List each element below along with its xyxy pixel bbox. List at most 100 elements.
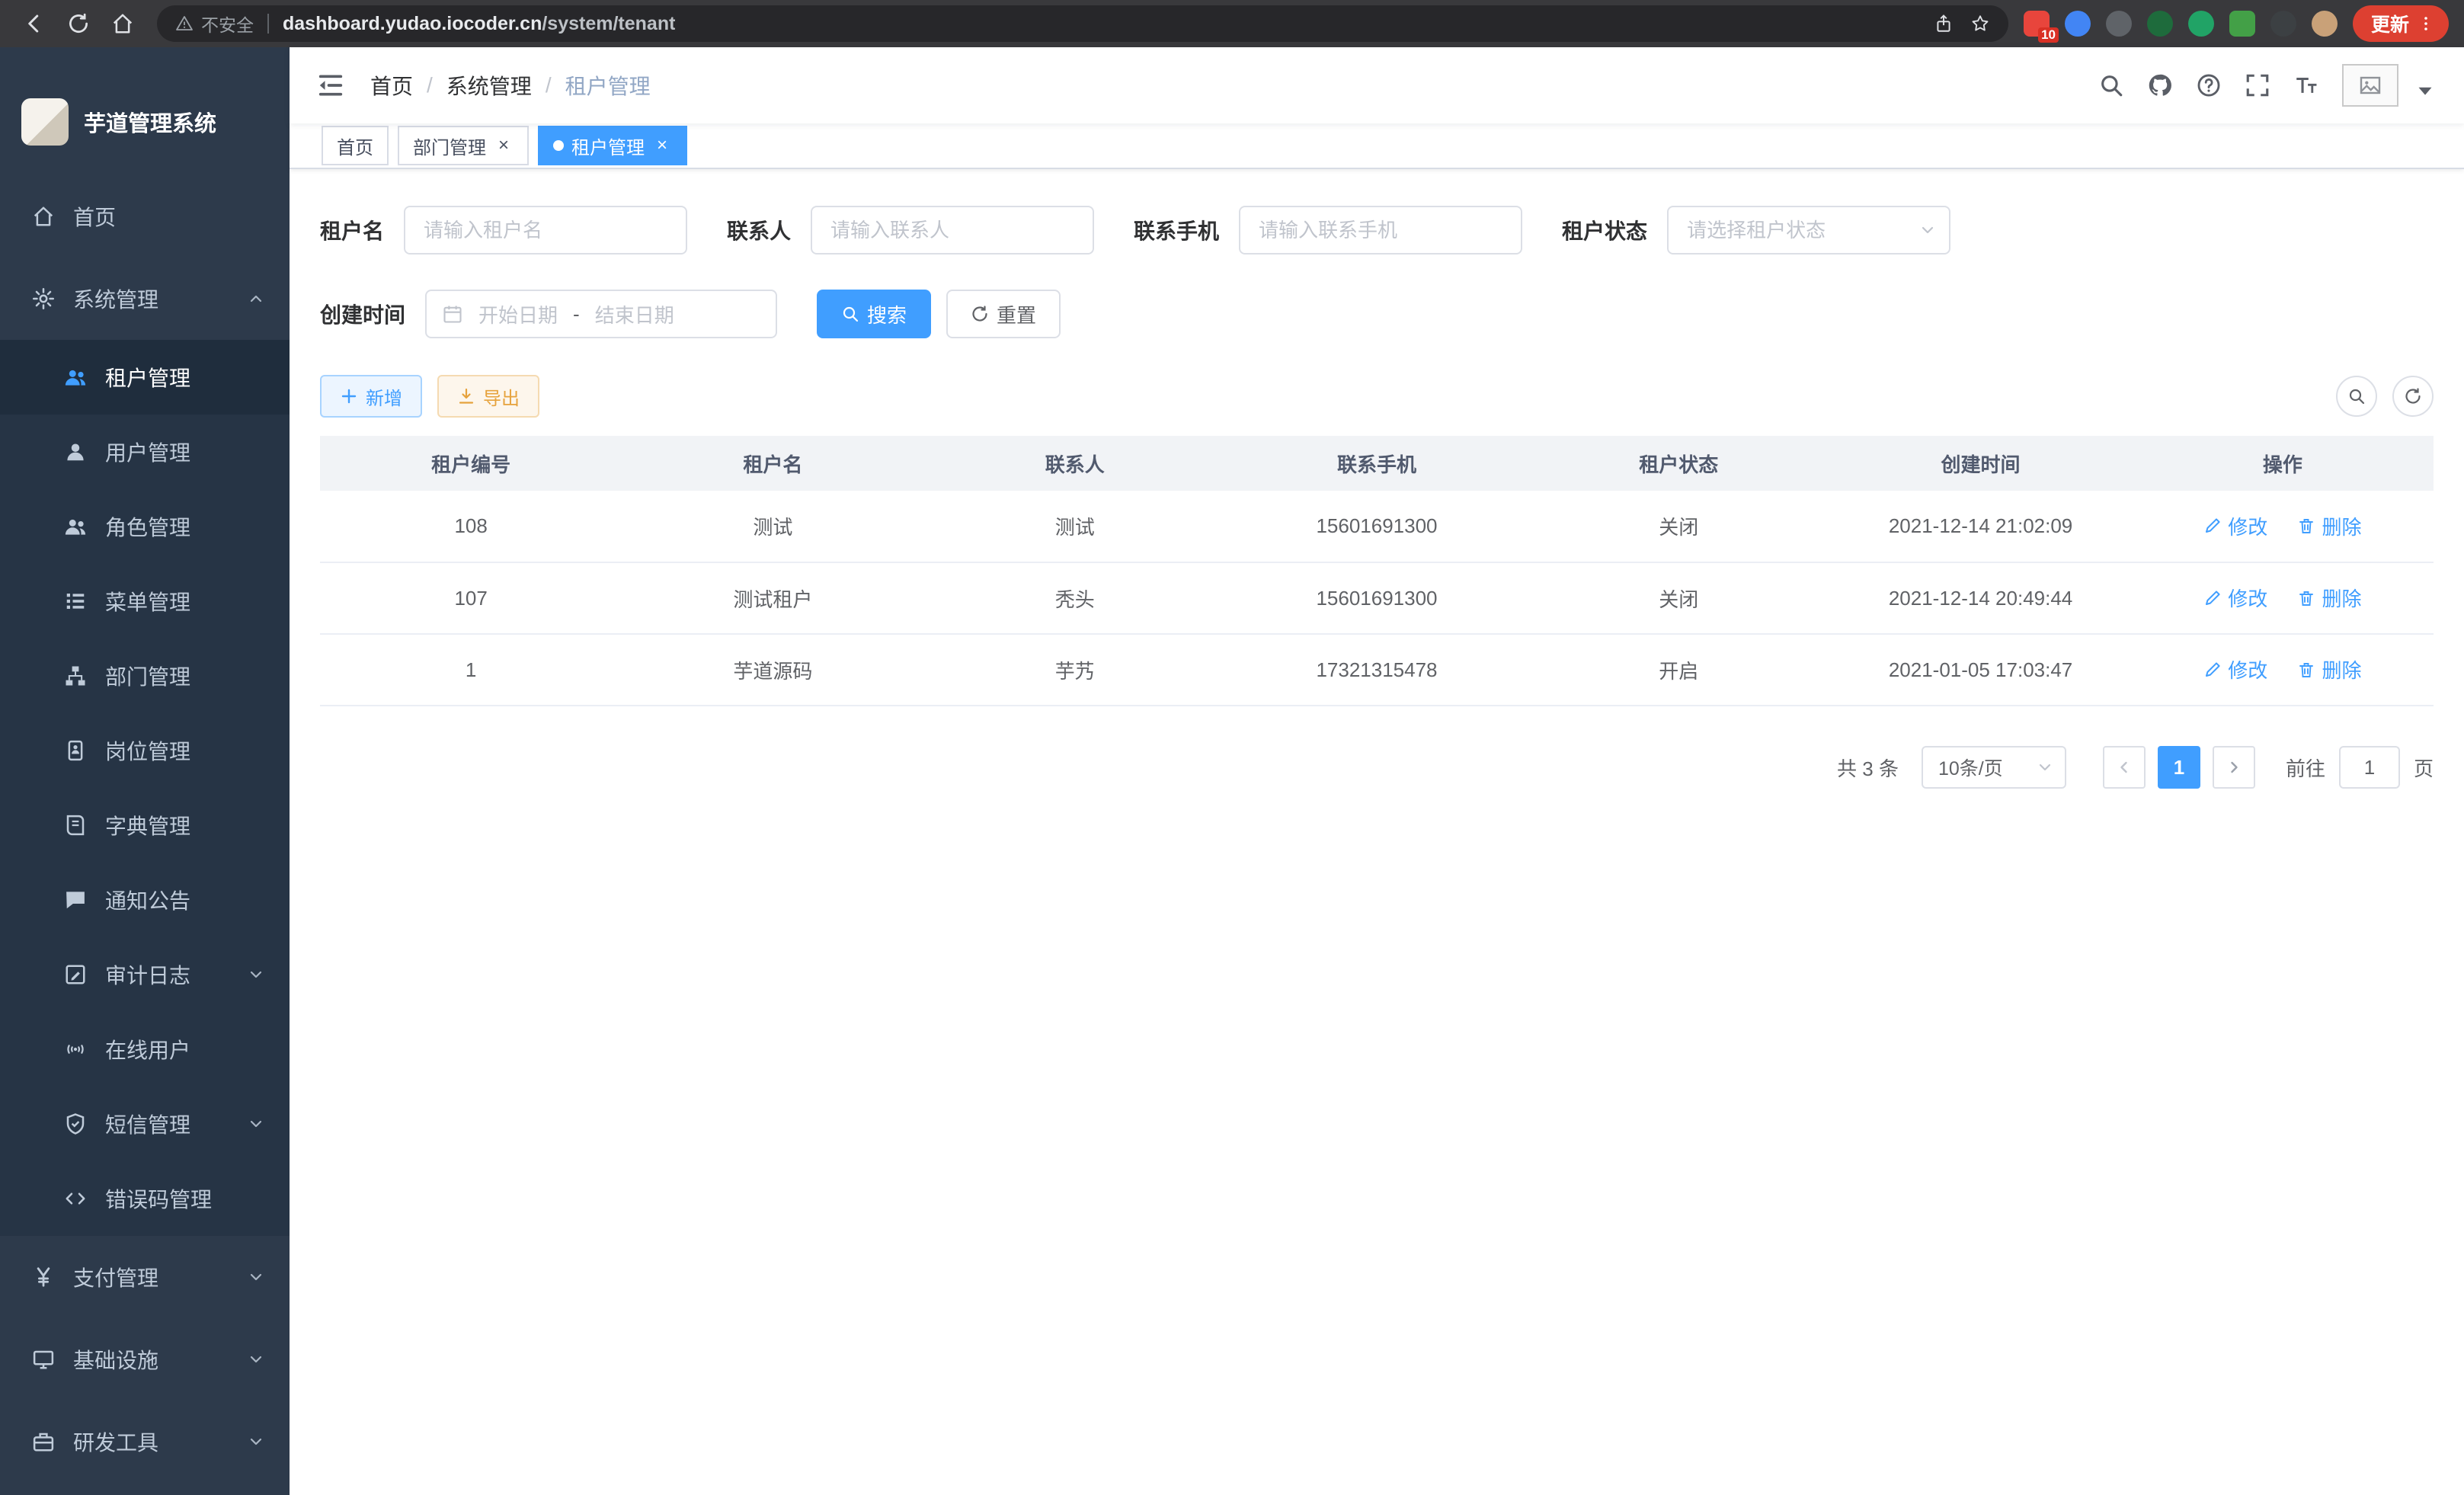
share-icon[interactable] xyxy=(1934,14,1954,34)
update-label: 更新 xyxy=(2371,10,2409,37)
refresh-table-button[interactable] xyxy=(2392,376,2434,417)
chevron-down-icon xyxy=(2036,758,2054,776)
avatar-caret-down-icon[interactable] xyxy=(2412,78,2438,104)
back-icon xyxy=(23,12,46,35)
github-icon[interactable] xyxy=(2147,72,2173,98)
sidebar-item-tenant[interactable]: 租户管理 xyxy=(0,340,290,415)
user-avatar[interactable] xyxy=(2342,64,2398,107)
filter-row-1: 租户名 联系人 联系手机 租户状态 xyxy=(320,206,2434,255)
current-page-button[interactable]: 1 xyxy=(2158,746,2200,789)
tab-home[interactable]: 首页 xyxy=(322,126,389,165)
cell-status: 关闭 xyxy=(1528,491,1829,562)
browser-toolbar: 不安全 dashboard.yudao.iocoder.cn/system/te… xyxy=(0,0,2464,47)
sidebar-item-label: 岗位管理 xyxy=(105,735,265,766)
sidebar-item-label: 错误码管理 xyxy=(105,1183,265,1214)
sidebar-item-role[interactable]: 角色管理 xyxy=(0,489,290,564)
breadcrumb-item-home[interactable]: 首页 xyxy=(370,70,413,101)
sidebar-item-home[interactable]: 首页 xyxy=(0,175,290,258)
status-select[interactable] xyxy=(1667,206,1950,255)
message-icon xyxy=(64,888,87,911)
toggle-search-button[interactable] xyxy=(2336,376,2377,417)
browser-reload-button[interactable] xyxy=(59,5,98,43)
app-logo-row[interactable]: 芋道管理系统 xyxy=(0,47,290,175)
delete-link[interactable]: 删除 xyxy=(2297,584,2361,612)
search-button[interactable]: 搜索 xyxy=(817,290,931,338)
sidebar-item-user[interactable]: 用户管理 xyxy=(0,415,290,489)
tenant-name-input[interactable] xyxy=(404,206,687,255)
sidebar-item-error-code[interactable]: 错误码管理 xyxy=(0,1161,290,1236)
fullscreen-icon[interactable] xyxy=(2245,72,2270,98)
sidebar-item-dict[interactable]: 字典管理 xyxy=(0,788,290,863)
app-title: 芋道管理系统 xyxy=(84,106,216,138)
sidebar-item-online-user[interactable]: 在线用户 xyxy=(0,1012,290,1087)
extension-icon-2[interactable] xyxy=(2065,11,2091,37)
extension-icon-1[interactable]: 10 xyxy=(2024,11,2050,37)
active-tab-dot xyxy=(553,140,564,151)
edit-pencil-icon xyxy=(2203,661,2222,679)
delete-link[interactable]: 删除 xyxy=(2297,512,2361,540)
sidebar-item-dept[interactable]: 部门管理 xyxy=(0,639,290,713)
edit-link[interactable]: 修改 xyxy=(2203,512,2267,540)
search-icon[interactable] xyxy=(2098,72,2124,98)
search-button-label: 搜索 xyxy=(867,300,907,328)
sidebar-item-infrastructure[interactable]: 基础设施 xyxy=(0,1318,290,1401)
sidebar-item-dev-tools[interactable]: 研发工具 xyxy=(0,1401,290,1483)
reload-icon xyxy=(67,12,90,35)
goto-page-input[interactable] xyxy=(2339,746,2400,789)
delete-link[interactable]: 删除 xyxy=(2297,655,2361,683)
breadcrumb-item-system[interactable]: 系统管理 xyxy=(446,70,532,101)
security-chip[interactable]: 不安全 xyxy=(175,11,254,37)
extension-icon-7[interactable] xyxy=(2270,11,2296,37)
sidebar-item-audit-log[interactable]: 审计日志 xyxy=(0,937,290,1012)
browser-back-button[interactable] xyxy=(15,5,53,43)
table-row: 1 芋道源码 芋艿 17321315478 开启 2021-01-05 17:0… xyxy=(320,634,2434,706)
export-button[interactable]: 导出 xyxy=(437,375,539,418)
font-size-icon[interactable] xyxy=(2293,72,2319,98)
browser-home-button[interactable] xyxy=(104,5,142,43)
chevron-down-icon xyxy=(247,1268,265,1286)
extension-icon-6[interactable] xyxy=(2229,11,2255,37)
contact-input[interactable] xyxy=(811,206,1094,255)
profile-avatar-icon[interactable] xyxy=(2312,11,2338,37)
sidebar-item-menu[interactable]: 菜单管理 xyxy=(0,564,290,639)
extension-icon-5[interactable] xyxy=(2188,11,2214,37)
bookmark-star-icon[interactable] xyxy=(1970,14,1990,34)
page-size-select[interactable]: 10条/页 xyxy=(1922,746,2066,789)
close-icon[interactable]: × xyxy=(494,136,514,155)
kebab-menu-icon xyxy=(2417,14,2435,33)
extension-icon-4[interactable] xyxy=(2147,11,2173,37)
close-icon[interactable]: × xyxy=(652,136,672,155)
tab-tenant[interactable]: 租户管理 × xyxy=(538,126,687,165)
extension-badge: 10 xyxy=(2038,27,2059,43)
add-button[interactable]: 新增 xyxy=(320,375,422,418)
app-logo xyxy=(21,98,69,146)
sidebar-item-label: 支付管理 xyxy=(73,1262,247,1292)
sidebar-item-payment[interactable]: 支付管理 xyxy=(0,1236,290,1318)
edit-link[interactable]: 修改 xyxy=(2203,655,2267,683)
phone-input[interactable] xyxy=(1239,206,1522,255)
browser-update-button[interactable]: 更新 xyxy=(2353,5,2449,42)
question-icon[interactable] xyxy=(2196,72,2222,98)
cell-actions: 修改 删除 xyxy=(2132,491,2434,562)
prev-page-button[interactable] xyxy=(2103,746,2146,789)
search-icon xyxy=(2347,387,2366,405)
chevron-down-icon xyxy=(247,1433,265,1451)
home-icon xyxy=(32,205,55,228)
sidebar-item-sms[interactable]: 短信管理 xyxy=(0,1087,290,1161)
next-page-button[interactable] xyxy=(2213,746,2255,789)
address-bar[interactable]: 不安全 dashboard.yudao.iocoder.cn/system/te… xyxy=(157,5,2008,42)
sidebar-collapse-icon[interactable] xyxy=(315,70,346,101)
cell-tenant-name: 测试 xyxy=(622,491,923,562)
refresh-icon xyxy=(2404,387,2422,405)
col-created: 创建时间 xyxy=(1829,436,2131,491)
sidebar-item-system[interactable]: 系统管理 xyxy=(0,258,290,340)
extension-icon-3[interactable] xyxy=(2106,11,2132,37)
sidebar-item-notice[interactable]: 通知公告 xyxy=(0,863,290,937)
tab-dept[interactable]: 部门管理 × xyxy=(398,126,529,165)
edit-link[interactable]: 修改 xyxy=(2203,584,2267,612)
reset-button[interactable]: 重置 xyxy=(946,290,1061,338)
sidebar-item-post[interactable]: 岗位管理 xyxy=(0,713,290,788)
tab-label: 租户管理 xyxy=(571,133,645,159)
col-actions: 操作 xyxy=(2132,436,2434,491)
date-range-picker[interactable]: 开始日期 - 结束日期 xyxy=(425,290,777,338)
